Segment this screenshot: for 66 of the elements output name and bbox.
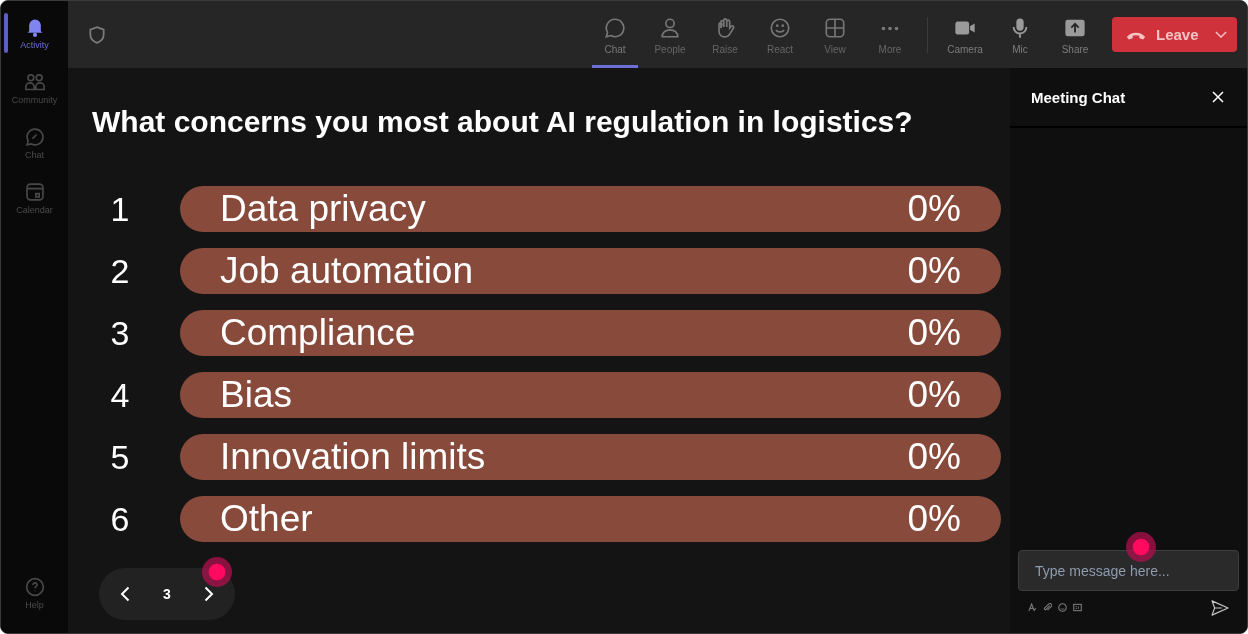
- toolbar-button[interactable]: More: [867, 1, 913, 68]
- option-percent: 0%: [907, 249, 961, 293]
- option-label: Other: [220, 497, 313, 541]
- sidebar-item[interactable]: Calendar: [1, 174, 68, 224]
- option-number: 6: [109, 499, 131, 539]
- chat-bubble-icon: [24, 127, 45, 147]
- help-button[interactable]: Help: [1, 569, 68, 619]
- option-percent: 0%: [907, 311, 961, 355]
- toolbar-button[interactable]: React: [757, 1, 803, 68]
- chat-bubble-icon: [604, 17, 626, 39]
- toolbar-button[interactable]: Raise: [702, 1, 748, 68]
- sidebar-item[interactable]: Chat: [1, 119, 68, 169]
- message-input[interactable]: Type message here...: [1018, 550, 1239, 591]
- click-marker-icon: [1126, 532, 1156, 562]
- toolbar-button[interactable]: Mic: [997, 1, 1043, 68]
- poll-question: What concerns you most about AI regulation in logistics?: [92, 104, 914, 140]
- option-percent: 0%: [907, 435, 961, 479]
- option-percent: 0%: [907, 497, 961, 541]
- send-icon: [1211, 600, 1229, 616]
- chevron-left-icon: [120, 586, 130, 602]
- share-icon: [1064, 17, 1086, 39]
- previous-button[interactable]: [119, 586, 131, 602]
- sidebar-item[interactable]: Community: [1, 64, 68, 114]
- option-number: 4: [109, 375, 131, 415]
- format-button[interactable]: [1028, 603, 1038, 613]
- caret-icon: [1215, 31, 1227, 38]
- ellipsis-icon: [881, 25, 899, 31]
- close-button[interactable]: [1211, 90, 1225, 104]
- option-label: Job automation: [220, 249, 473, 293]
- send-button[interactable]: [1211, 600, 1229, 616]
- option-percent: 0%: [907, 373, 961, 417]
- emoji-button[interactable]: [1058, 603, 1068, 613]
- option-number: 5: [109, 437, 131, 477]
- toolbar-button[interactable]: View: [812, 1, 858, 68]
- toolbar-button[interactable]: People: [647, 1, 693, 68]
- help-icon: [24, 577, 45, 597]
- toolbar-button[interactable]: Share: [1052, 1, 1098, 68]
- option-number: 2: [109, 251, 131, 291]
- option-label: Bias: [220, 373, 292, 417]
- card-icon: [1073, 603, 1082, 612]
- format-icon: [1028, 603, 1037, 612]
- chevron-right-icon: [204, 586, 214, 602]
- attach-button[interactable]: [1043, 603, 1053, 613]
- card-button[interactable]: [1073, 603, 1083, 613]
- paperclip-icon: [1043, 603, 1052, 612]
- click-marker-icon: [202, 557, 232, 587]
- smiley-icon: [1058, 603, 1067, 612]
- toolbar-button[interactable]: Camera: [942, 1, 988, 68]
- option-number: 3: [109, 313, 131, 353]
- option-label: Data privacy: [220, 187, 426, 231]
- person-icon: [659, 17, 681, 39]
- next-button[interactable]: [203, 586, 215, 602]
- option-percent: 0%: [907, 187, 961, 231]
- grid-icon: [824, 17, 846, 39]
- page-number: 3: [163, 586, 171, 602]
- group-icon: [24, 72, 45, 92]
- smiley-icon: [769, 17, 791, 39]
- option-label: Compliance: [220, 311, 416, 355]
- chat-title: Meeting Chat: [1031, 88, 1126, 106]
- sidebar-item[interactable]: Activity: [1, 9, 68, 59]
- option-number: 1: [109, 189, 131, 229]
- close-icon: [1212, 91, 1224, 103]
- shield-icon[interactable]: [89, 25, 105, 44]
- calendar-icon: [24, 182, 45, 202]
- leave-button[interactable]: Leave: [1112, 17, 1237, 52]
- option-label: Innovation limits: [220, 435, 486, 479]
